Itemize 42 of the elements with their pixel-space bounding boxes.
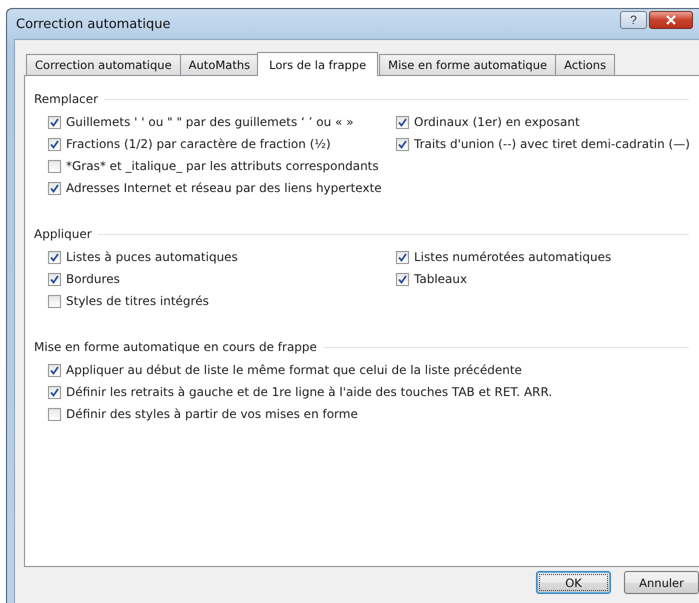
checkbox-label: Listes à puces automatiques [66,250,238,264]
checkbox[interactable] [48,182,61,194]
dialog-button[interactable]: OK [536,571,611,594]
checkbox-label: Définir des styles à partir de vos mises en forme [66,407,358,421]
tab[interactable]: AutoMaths [180,54,260,75]
close-icon [665,15,677,25]
checkbox[interactable] [48,138,61,150]
dialog-button[interactable]: Annuler [624,571,699,594]
checkbox[interactable] [396,272,409,286]
checkbox-label: Adresses Internet et réseau par des liens hypertexte [66,181,382,195]
checkbox-label: Traits d'union (--) avec tiret demi-cadratin (—) [414,137,690,151]
checkbox[interactable] [48,408,61,420]
group-heading: Appliquer [34,227,92,241]
checkbox-label: Styles de titres intégrés [66,294,209,308]
checkbox[interactable] [48,116,61,128]
checkbox[interactable] [396,116,409,128]
checkbox-label: Guillemets ' ' ou " " par des guillemets ‘ ’ ou « » [66,115,354,129]
checkbox-label: *Gras* et _italique_ par les attributs correspondants [66,159,379,173]
tab[interactable]: Correction automatique [26,54,181,75]
close-button[interactable] [649,11,693,29]
checkbox-label: Définir les retraits à gauche et de 1re ligne à l'aide des touches TAB et RET. ARR. [66,385,552,399]
checkbox-label: Listes numérotées automatiques [414,250,612,264]
checkbox[interactable] [48,386,61,398]
tab[interactable]: Lors de la frappe [257,52,378,76]
checkbox-label: Ordinaux (1er) en exposant [414,115,580,129]
tab[interactable]: Actions [555,54,616,75]
checkbox[interactable] [48,272,61,286]
checkbox-label: Tableaux [414,272,468,286]
checkbox[interactable] [396,250,409,264]
checkbox[interactable] [48,250,61,264]
checkbox-label: Bordures [66,272,120,286]
checkbox[interactable] [48,294,61,308]
tab[interactable]: Mise en forme automatique [379,54,556,75]
window-title: Correction automatique [15,16,170,32]
help-button[interactable]: ? [620,11,647,29]
checkbox-label: Fractions (1/2) par caractère de fraction (½) [66,137,331,151]
group-heading: Mise en forme automatique en cours de frappe [34,340,317,354]
checkbox-label: Appliquer au début de liste le même format que celui de la liste précédente [66,363,522,377]
group-heading: Remplacer [34,92,98,106]
checkbox[interactable] [48,160,61,172]
checkbox[interactable] [396,138,409,150]
checkbox[interactable] [48,364,61,376]
